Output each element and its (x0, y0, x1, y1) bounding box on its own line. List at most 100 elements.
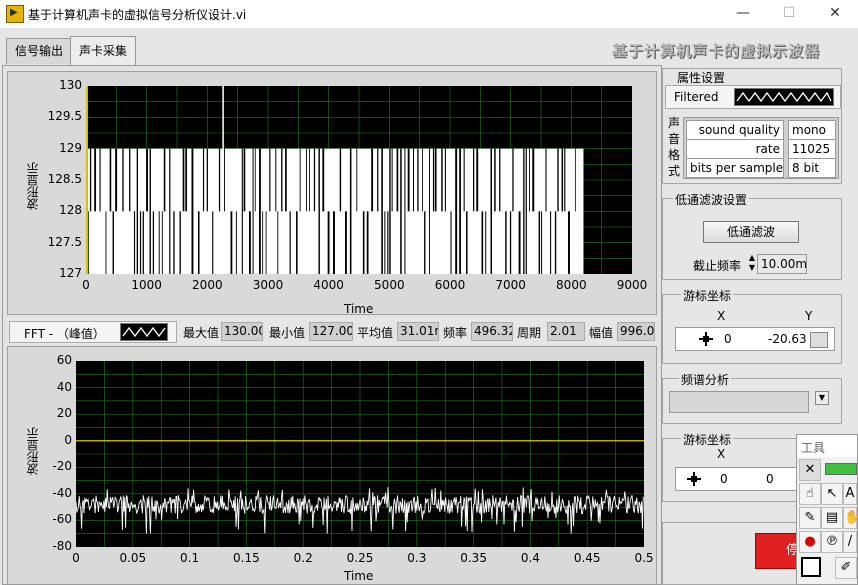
filtered-wave-icon (734, 88, 834, 106)
color-copy-tool-icon[interactable]: / (843, 531, 857, 553)
frequency-label: 频率 (443, 326, 468, 340)
filtered-label: Filtered (674, 90, 719, 104)
cursor2-x-value: 0 (720, 472, 728, 486)
waveform-y-tick-label: 128.5 (47, 172, 82, 186)
crosshair-icon[interactable] (696, 329, 718, 349)
tab-signal-output[interactable]: 信号输出 (6, 38, 73, 64)
probe-tool-icon[interactable]: ℗ (821, 531, 843, 553)
breakpoint-tool-icon[interactable]: ● (799, 531, 821, 553)
waveform-x-label: Time (344, 302, 374, 316)
rate-value[interactable]: 11025 (788, 139, 836, 159)
spectrum-y-tick-label: -40 (52, 485, 72, 500)
cursor1-row[interactable]: 0 -20.63 (675, 327, 835, 351)
banner-title: 基于计算机声卡的虚拟示波器 (612, 42, 821, 60)
minimize-button[interactable]: — (720, 2, 766, 26)
waveform-y-tick-label: 130 (59, 78, 82, 92)
spectrum-y-tick-label: 0 (64, 432, 72, 447)
filter-legend[interactable]: Filtered (665, 85, 841, 109)
stats-bar: FFT - （峰值） 最大值 130.00 最小值 127.00 平均值 31.… (7, 318, 657, 344)
tools-palette: 工具 ✕ ☝ ↖ A ✎ ▤ ✋ ● ℗ / ✐ (796, 434, 858, 585)
auto-tool-icon[interactable]: ✕ (799, 459, 821, 481)
fft-mode-label: FFT - （峰值） (24, 327, 105, 341)
chevron-down-icon[interactable]: ▼ (815, 391, 829, 405)
shortcut-menu-tool-icon[interactable]: ▤ (821, 507, 843, 529)
waveform-x-tick-label: 2000 (192, 278, 223, 292)
bits-per-sample-label: bits per sample (686, 158, 784, 178)
tools-palette-titlebar: 工具 (797, 435, 857, 457)
waveform-x-tick-label: 8000 (556, 278, 587, 292)
mean-label: 平均值 (357, 326, 394, 340)
waveform-y-tick-label: 129.5 (47, 109, 82, 124)
cursor2-x-label: X (717, 447, 726, 461)
waveform-graph: 波形显示 Time 130 129.5 129 128.5 128 127.5 127 0 10… (7, 71, 657, 316)
sound-format-label: 声 音 格 式 (667, 116, 680, 178)
waveform-x-tick-label: 9000 (616, 278, 648, 292)
spectrum-x-tick-label: 0.3 (407, 551, 427, 565)
sound-quality-value[interactable]: mono (788, 120, 836, 140)
spectrum-x-tick-label: 0.35 (460, 551, 487, 565)
position-tool-icon[interactable]: ↖ (821, 483, 843, 505)
waveform-x-tick-label: 5000 (374, 278, 405, 292)
sound-format-cluster: sound quality mono rate 11025 bits per s… (683, 117, 839, 179)
legend-wave-icon (120, 323, 168, 341)
waveform-x-tick-label: 4000 (313, 278, 344, 292)
lowpass-button[interactable]: 低通滤波 (703, 221, 799, 243)
spectrum-x-tick-label: 0.05 (119, 551, 147, 565)
waveform-x-tick-label: 1000 (131, 278, 162, 292)
cutoff-frequency-label: 截止频率 (693, 259, 742, 273)
period-label: 周期 (517, 326, 542, 340)
text-tool-icon[interactable]: A (843, 483, 857, 505)
plot-legend[interactable]: FFT - （峰值） (9, 321, 177, 343)
rate-label: rate (686, 139, 784, 159)
crosshair-icon[interactable] (684, 469, 706, 489)
spectrum-x-tick-label: 0 (72, 551, 80, 565)
spectrum-analysis-title: 频谱分析 (679, 371, 732, 388)
waveform-y-label: 波形显示 (26, 162, 40, 210)
waveform-x-tick-label: 3000 (252, 278, 284, 292)
spectrum-x-tick-label: 0.1 (180, 551, 200, 565)
labview-vi-icon (6, 5, 24, 23)
cursor1-y-value: -20.63 (768, 332, 807, 346)
spectrum-x-tick-label: 0.4 (520, 551, 540, 565)
cursor1-x-value: 0 (724, 332, 732, 346)
tools-palette-title: 工具 (801, 441, 826, 455)
cursor-group-1: 游标坐标 X Y 0 -20.63 (662, 287, 842, 364)
spectrum-x-tick-label: 0.15 (233, 551, 260, 565)
sound-quality-label: sound quality (686, 120, 784, 140)
properties-title: 属性设置 (675, 69, 728, 86)
lowpass-group: 低通滤波设置 低通滤波 截止频率 ▲ ▼ 10.00m (662, 191, 842, 280)
bits-per-sample-value[interactable]: 8 bit (788, 158, 836, 178)
spectrum-x-label: Time (344, 569, 374, 583)
front-panel: 信号输出 声卡采集 基于计算机声卡的虚拟示波器 波形显示 Time 130 129… (0, 28, 858, 585)
properties-group: 属性设置 Filtered 声 音 格 式 sound quality mono… (662, 68, 842, 184)
spectrum-x-tick-label: 0.25 (346, 551, 374, 565)
spectrum-x-tick-label: 0.45 (573, 551, 601, 565)
spectrum-plot-area[interactable] (76, 361, 644, 547)
tab-content: 波形显示 Time 130 129.5 129 128.5 128 127.5 127 0 10… (2, 65, 662, 585)
cursor2-row[interactable]: 0 0 (675, 467, 799, 491)
window-title: 基于计算机声卡的虚拟信号分析仪设计.vi (28, 8, 247, 22)
cutoff-spinner[interactable]: ▲ ▼ (747, 253, 757, 275)
scroll-tool-icon[interactable]: ✋ (843, 507, 858, 529)
waveform-plot-area[interactable] (86, 86, 632, 274)
lowpass-title: 低通滤波设置 (673, 191, 750, 208)
waveform-y-tick-label: 127.5 (47, 234, 82, 249)
wire-tool-icon[interactable]: ✎ (799, 507, 821, 529)
color-tool-icon[interactable] (801, 557, 821, 577)
close-button[interactable]: ✕ (812, 2, 858, 26)
tab-soundcard-capture[interactable]: 声卡采集 (70, 36, 137, 66)
cursor1-options-button[interactable] (810, 332, 828, 348)
spectrum-analysis-select[interactable] (669, 391, 809, 413)
min-label: 最小值 (269, 326, 306, 340)
period-value: 2.01 (547, 322, 585, 341)
waveform-x-tick-label: 6000 (434, 278, 466, 292)
cursor1-title: 游标坐标 (681, 287, 734, 304)
cutoff-frequency-value[interactable]: 10.00m (757, 254, 807, 274)
spectrum-y-tick-label: -20 (52, 459, 72, 474)
brush-tool-icon[interactable]: ✐ (835, 557, 857, 579)
maximize-button[interactable]: ☐ (766, 2, 812, 26)
auto-tool-indicator[interactable] (825, 463, 857, 475)
cursor2-title: 游标坐标 (681, 431, 734, 448)
amplitude-value: 996.0 (617, 322, 655, 341)
operate-tool-icon[interactable]: ☝ (799, 483, 821, 505)
